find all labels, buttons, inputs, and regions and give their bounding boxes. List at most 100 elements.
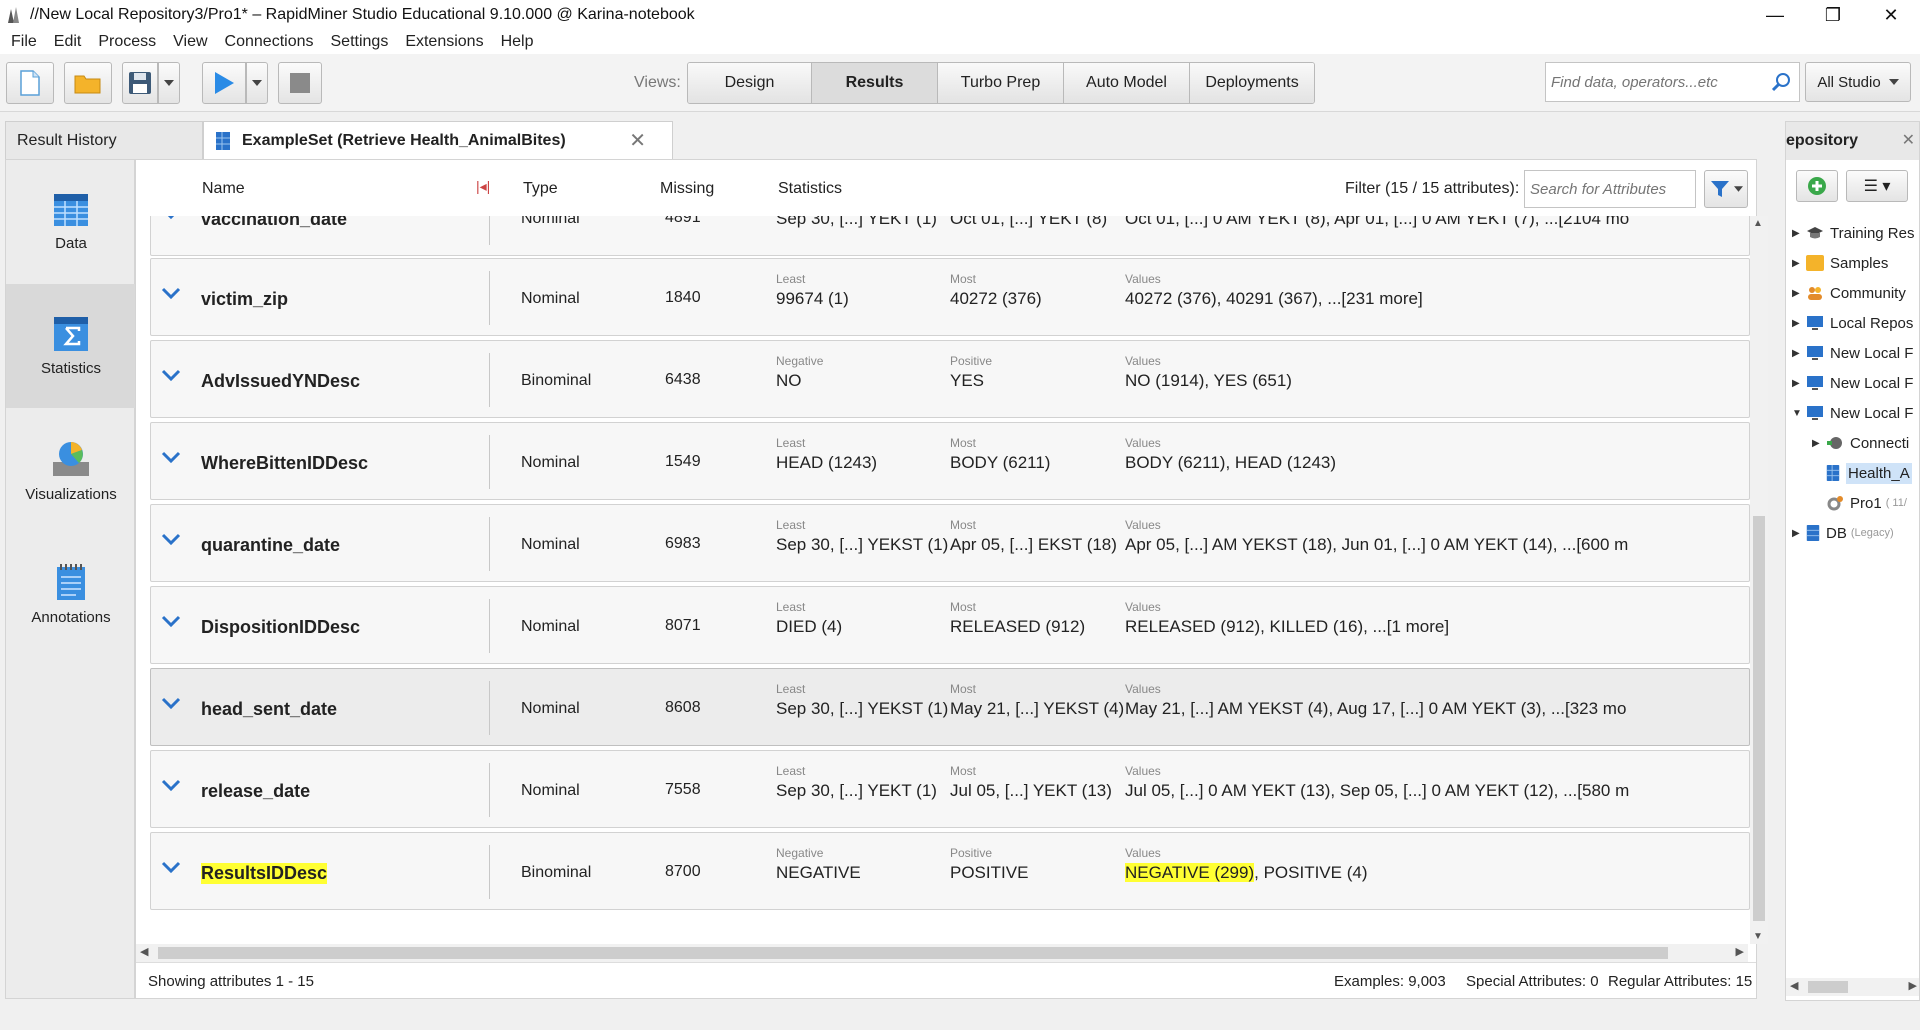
scroll-down-icon[interactable]: ▼ (1753, 931, 1763, 942)
expand-arrow-icon[interactable]: ▶ (1812, 438, 1826, 449)
tree-item-community[interactable]: ▶ Community (1786, 278, 1919, 308)
header-missing[interactable]: Missing (660, 180, 714, 198)
attribute-row-quarantine-date[interactable]: quarantine_date Nominal 6983 Least Sep 3… (150, 504, 1750, 582)
global-search-input[interactable] (1551, 73, 1771, 91)
attribute-row-dispositioniddesc[interactable]: DispositionIDDesc Nominal 8071 Least DIE… (150, 586, 1750, 664)
attribute-row-resultsiddesc[interactable]: ResultsIDDesc Binominal 8700 Negative NE… (150, 832, 1750, 910)
restore-button[interactable]: ❐ (1804, 0, 1862, 30)
chevron-down-icon[interactable] (161, 615, 181, 629)
repo-horizontal-scrollbar[interactable]: ◀ ▶ (1786, 978, 1919, 996)
close-tab-icon[interactable]: ✕ (629, 128, 646, 153)
menu-edit[interactable]: Edit (54, 33, 82, 51)
run-dropdown-button[interactable] (246, 62, 268, 104)
expand-arrow-icon[interactable]: ▶ (1792, 348, 1806, 359)
view-tab-auto-model[interactable]: Auto Model (1064, 63, 1190, 103)
horizontal-scroll-thumb[interactable] (158, 947, 1668, 959)
menu-extensions[interactable]: Extensions (405, 33, 483, 51)
tree-item-label: Local Repos (1830, 314, 1914, 332)
tree-item-samples[interactable]: ▶ Samples (1786, 248, 1919, 278)
status-bar: Showing attributes 1 - 15 Examples: 9,00… (136, 962, 1756, 998)
menu-settings[interactable]: Settings (331, 33, 389, 51)
repo-scroll-thumb[interactable] (1808, 981, 1848, 993)
header-type[interactable]: Type (523, 180, 558, 198)
save-process-button[interactable] (122, 62, 158, 104)
menu-view[interactable]: View (173, 33, 207, 51)
attribute-row-release-date[interactable]: release_date Nominal 7558 Least Sep 30, … (150, 750, 1750, 828)
chevron-down-icon[interactable] (161, 779, 181, 793)
tree-item-local-repository[interactable]: ▶ Local Repos (1786, 308, 1919, 338)
add-repository-button[interactable] (1796, 170, 1838, 202)
scroll-right-icon[interactable]: ▶ (1736, 945, 1744, 958)
tab-exampleset[interactable]: ExampleSet (Retrieve Health_AnimalBites)… (203, 121, 673, 159)
magnifier-icon[interactable] (1771, 72, 1791, 92)
new-process-button[interactable] (6, 62, 54, 104)
tree-item-pro1[interactable]: Pro1 ( 11/ (1786, 488, 1919, 518)
attribute-row-head-sent-date[interactable]: head_sent_date Nominal 8608 Least Sep 30… (150, 668, 1750, 746)
nav-visualizations[interactable]: Visualizations (6, 408, 136, 532)
expand-arrow-icon[interactable]: ▶ (1792, 378, 1806, 389)
close-window-button[interactable]: ✕ (1862, 0, 1920, 30)
search-scope-dropdown[interactable]: All Studio (1805, 62, 1911, 102)
menu-help[interactable]: Help (501, 33, 534, 51)
scroll-left-icon[interactable]: ◀ (140, 945, 148, 958)
scroll-up-icon[interactable]: ▲ (1753, 218, 1763, 229)
attribute-row-wherebittendesc[interactable]: WhereBittenIDDesc Nominal 1549 Least HEA… (150, 422, 1750, 500)
save-dropdown-button[interactable] (158, 62, 180, 104)
tree-item-training-resources[interactable]: ▶ Training Res (1786, 218, 1919, 248)
chevron-down-icon[interactable] (161, 861, 181, 875)
tree-item-new-local-repository-2[interactable]: ▶ New Local F (1786, 368, 1919, 398)
nav-annotations[interactable]: Annotations (6, 532, 136, 656)
result-view-nav: Data Statistics Visualizations Annotatio… (5, 159, 136, 999)
run-process-button[interactable] (202, 62, 246, 104)
close-panel-icon[interactable]: ✕ (1902, 130, 1915, 150)
menu-process[interactable]: Process (98, 33, 156, 51)
vertical-scroll-thumb[interactable] (1753, 516, 1765, 921)
repository-menu-button[interactable]: ☰ ▾ (1846, 170, 1908, 202)
nav-statistics[interactable]: Statistics (6, 284, 136, 408)
chevron-down-icon[interactable] (161, 533, 181, 547)
chevron-down-icon[interactable] (161, 697, 181, 711)
stat-most-value: Apr 05, [...] EKST (18) (950, 535, 1117, 554)
monitor-icon (1807, 346, 1823, 360)
chevron-down-icon[interactable] (161, 451, 181, 465)
expand-arrow-icon[interactable]: ▶ (1792, 528, 1806, 539)
menu-file[interactable]: File (11, 33, 37, 51)
menu-connections[interactable]: Connections (225, 33, 314, 51)
stop-process-button[interactable] (278, 62, 322, 104)
expand-arrow-icon[interactable]: ▶ (1792, 288, 1806, 299)
tab-result-history[interactable]: Result History (5, 121, 203, 159)
header-name[interactable]: Name (202, 180, 245, 198)
stat-negative-caption: Negative (776, 846, 824, 860)
scroll-left-icon[interactable]: ◀ (1790, 979, 1798, 992)
column-resize-icon[interactable]: |◂| (476, 178, 490, 195)
scroll-right-icon[interactable]: ▶ (1909, 979, 1917, 992)
attribute-row-victim-zip[interactable]: victim_zip Nominal 1840 Least 99674 (1) … (150, 258, 1750, 336)
open-process-button[interactable] (64, 62, 112, 104)
view-tab-results[interactable]: Results (812, 63, 938, 103)
filter-dropdown-button[interactable] (1704, 170, 1748, 208)
vertical-scrollbar[interactable]: ▲ ▼ (1750, 216, 1768, 944)
floppy-disk-icon (129, 72, 151, 94)
tree-item-connections[interactable]: ▶ Connecti (1786, 428, 1919, 458)
tree-item-new-local-repository-3[interactable]: ▼ New Local F (1786, 398, 1919, 428)
expand-arrow-icon[interactable]: ▶ (1792, 318, 1806, 329)
stat-least-value: 99674 (1) (776, 289, 849, 308)
attribute-search-input[interactable] (1530, 180, 1690, 198)
attribute-row-vaccination-date[interactable]: vaccination_date Nominal 4891 Sep 30, [.… (150, 216, 1750, 256)
view-tab-turbo-prep[interactable]: Turbo Prep (938, 63, 1064, 103)
chevron-down-icon[interactable] (161, 369, 181, 383)
expand-arrow-icon[interactable]: ▶ (1792, 228, 1806, 239)
horizontal-scrollbar[interactable]: ◀ ▶ (136, 944, 1748, 962)
tree-item-db-legacy[interactable]: ▶ DB (Legacy) (1786, 518, 1919, 548)
collapse-arrow-icon[interactable]: ▼ (1792, 408, 1806, 419)
minimize-button[interactable]: — (1746, 0, 1804, 30)
chevron-down-icon[interactable] (161, 216, 181, 221)
tree-item-health-animalbites[interactable]: Health_A (1786, 458, 1919, 488)
view-tab-deployments[interactable]: Deployments (1190, 63, 1314, 103)
attribute-row-advissuedyndesc[interactable]: AdvIssuedYNDesc Binominal 6438 Negative … (150, 340, 1750, 418)
view-tab-design[interactable]: Design (688, 63, 812, 103)
nav-data[interactable]: Data (6, 160, 136, 284)
expand-arrow-icon[interactable]: ▶ (1792, 258, 1806, 269)
tree-item-new-local-repository-1[interactable]: ▶ New Local F (1786, 338, 1919, 368)
chevron-down-icon[interactable] (161, 287, 181, 301)
